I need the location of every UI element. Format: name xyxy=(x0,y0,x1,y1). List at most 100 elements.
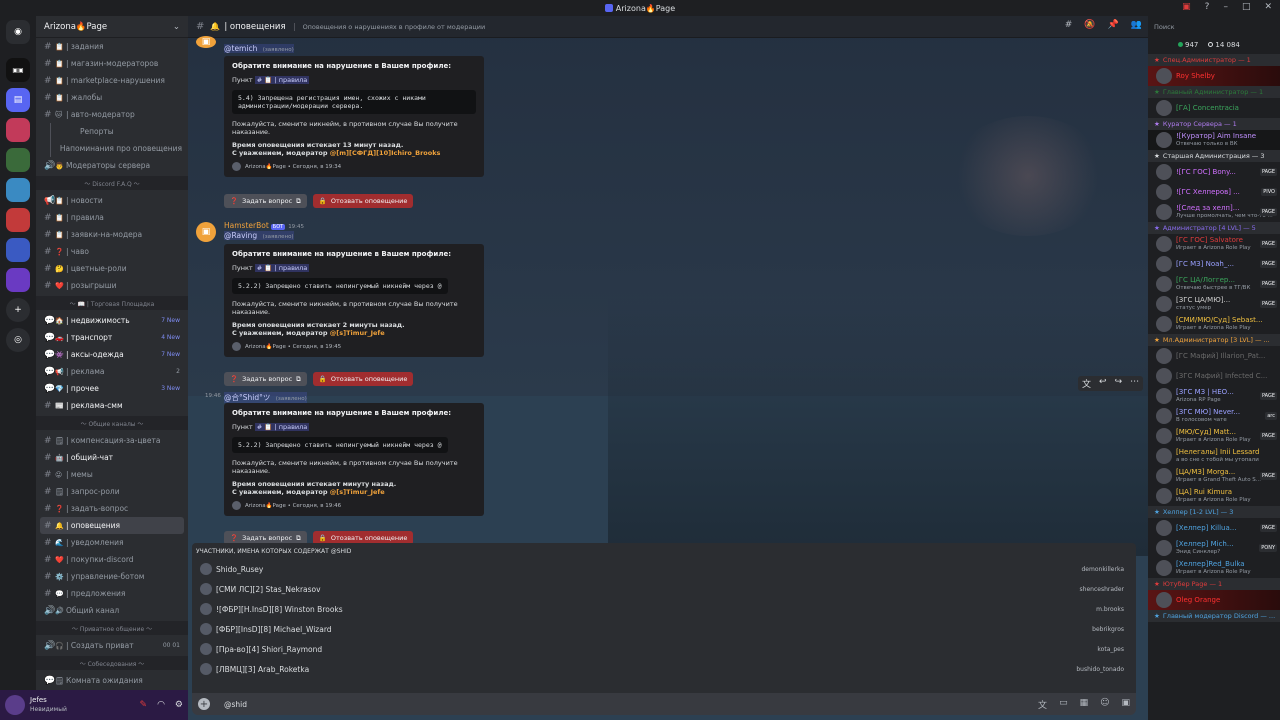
translate-icon[interactable]: 文 xyxy=(1038,698,1047,711)
member-item[interactable]: ![След за хелп]... Лучше промолчать, чем … xyxy=(1148,202,1280,222)
message-composer[interactable]: + @shid 文 ▭ ▦ ☺ ▣ xyxy=(192,693,1136,715)
channel-link[interactable]: # 📋 | правила xyxy=(254,264,310,272)
channel-item[interactable]: 🔊 🔊 Общий канал xyxy=(36,602,188,619)
author-name[interactable]: HamsterBot xyxy=(224,221,269,230)
direct-messages-icon[interactable]: ▤ xyxy=(6,88,30,112)
revoke-notice-button[interactable]: 🔒 Отозвать оповещение xyxy=(312,194,414,208)
moderator-mention[interactable]: @[s]Timur_Jefe xyxy=(330,488,385,496)
member-item[interactable]: [Нелегалы] Inii Lessard а во сне с тобой … xyxy=(1148,446,1280,466)
channel-item[interactable]: # 📋 | заявки-на-модера xyxy=(36,226,188,243)
maximize-button[interactable]: □ xyxy=(1242,2,1251,12)
channel-topic[interactable]: Оповещения о нарушениях в профиле от мод… xyxy=(293,22,485,31)
threads-icon[interactable]: # xyxy=(1065,20,1073,30)
revoke-notice-button[interactable]: 🔒 Отозвать оповещение xyxy=(312,372,414,386)
member-item[interactable]: ![ГС ГОС] Bony... PAGE xyxy=(1148,162,1280,182)
ask-question-button[interactable]: ❓ Задать вопрос ⧉ xyxy=(224,194,307,208)
channel-item[interactable]: # 😜 | мемы xyxy=(36,466,188,483)
user-mention[interactable]: @Raving (заявлено) xyxy=(224,231,294,240)
server-icon[interactable] xyxy=(6,118,30,142)
channel-item[interactable]: 💬 🚗 | транспорт 4 New xyxy=(36,329,188,346)
user-mention[interactable]: @合°Shid°ツ (заявлено) xyxy=(224,392,307,403)
moderator-mention[interactable]: @[s]Timur_Jefe xyxy=(330,329,385,337)
member-item[interactable]: [ЗГС Мафий] Infected C... xyxy=(1148,366,1280,386)
server-header[interactable]: Arizona🔥Page ⌄ xyxy=(36,16,188,38)
member-item[interactable]: [ЗГС МЗ | НЕО... Arizona RP Page PAGE xyxy=(1148,386,1280,406)
close-button[interactable]: ✕ xyxy=(1264,2,1272,12)
channel-item[interactable]: # 🗒 | компенсация-за-цвета xyxy=(36,432,188,449)
channel-item[interactable]: 🔊 👨 Модераторы сервера xyxy=(36,157,188,174)
channel-item[interactable]: 📢 📋 | новости xyxy=(36,192,188,209)
member-item[interactable]: [ГА] Concentracia xyxy=(1148,98,1280,118)
category-header[interactable]: 〜 Собеседования 〜 xyxy=(36,656,188,670)
translate-icon[interactable]: 文 xyxy=(1082,377,1091,390)
channel-item[interactable]: 💬 🗒 Комната ожидания xyxy=(36,672,188,689)
channel-item[interactable]: # 💬 | предложения xyxy=(36,585,188,602)
channel-item[interactable]: # 🗒 | запрос-роли xyxy=(36,483,188,500)
channel-item[interactable]: # 🔔 | оповещения xyxy=(40,517,184,534)
explore-icon[interactable]: ◎ xyxy=(6,328,30,352)
channel-item[interactable]: # 🌊 | уведомления xyxy=(36,534,188,551)
search-input[interactable]: Поиск xyxy=(1150,20,1278,34)
channel-link[interactable]: # 📋 | правила xyxy=(254,76,310,84)
category-header[interactable]: 〜 Discord F.A.Q 〜 xyxy=(36,176,188,190)
channel-item[interactable]: 💬 💎 | прочее 3 New xyxy=(36,380,188,397)
category-header[interactable]: 〜 Общие каналы 〜 xyxy=(36,416,188,430)
server-icon[interactable] xyxy=(6,268,30,292)
avatar[interactable] xyxy=(5,695,25,715)
mute-icon[interactable]: ✎ xyxy=(140,700,148,710)
moderator-mention[interactable]: @[m][СФГД][10]Ichiro_Brooks xyxy=(330,149,441,157)
autocomplete-row[interactable]: ![ФБР][Н.InsD][8] Winston Brooks m.brooks xyxy=(192,599,1136,619)
member-item[interactable]: ![ГС Хелперов] ... PIVO xyxy=(1148,182,1280,202)
channel-item[interactable]: Напоминания про оповещения xyxy=(36,140,188,157)
add-server-icon[interactable]: + xyxy=(6,298,30,322)
inbox-alert-icon[interactable]: ▣ xyxy=(1182,2,1191,12)
notification-settings-icon[interactable]: 🔕 xyxy=(1084,20,1095,30)
channel-item[interactable]: # ❓ | задать-вопрос xyxy=(36,500,188,517)
channel-item[interactable]: Репорты xyxy=(36,123,188,140)
member-item[interactable]: [ГС Мафий] Illarion_Pat... xyxy=(1148,346,1280,366)
server-icon[interactable] xyxy=(6,178,30,202)
member-item[interactable]: [Хелпер]Red_Bulka Играет в Arizona Role P… xyxy=(1148,558,1280,578)
channel-item[interactable]: # 🤔 | цветные-роли xyxy=(36,260,188,277)
autocomplete-row[interactable]: [ФБР][InsD][8] Michael_Wizard bebrikgros xyxy=(192,619,1136,639)
sticker-icon[interactable]: ▦ xyxy=(1080,698,1089,711)
category-header[interactable]: 〜 Приватное общение 〜 xyxy=(36,621,188,635)
member-item[interactable]: Roy Shelby xyxy=(1148,66,1280,86)
channel-item[interactable]: # 📋 | marketplace-нарушения xyxy=(36,72,188,89)
mention-text[interactable]: @Raving xyxy=(224,231,257,240)
channel-item[interactable]: # 🤖 | общий-чат xyxy=(36,449,188,466)
pin-icon[interactable]: 📌 xyxy=(1108,20,1119,30)
autocomplete-row[interactable]: [ЛВМЦ][3] Arab_Roketka bushido_tonado xyxy=(192,659,1136,679)
channel-item[interactable]: # 📋 | задания xyxy=(36,38,188,55)
channel-item[interactable]: 💬 📢 | реклама 2 xyxy=(36,363,188,380)
member-item[interactable]: Oleg Orange xyxy=(1148,590,1280,610)
minimize-button[interactable]: – xyxy=(1223,2,1228,12)
more-icon[interactable]: ⋯ xyxy=(1130,377,1139,390)
bot-avatar[interactable]: ▣ xyxy=(196,222,216,242)
member-item[interactable]: [ГС МЗ] Noah_... PAGE xyxy=(1148,254,1280,274)
add-attachment-icon[interactable]: + xyxy=(198,698,210,710)
member-item[interactable]: [ГС ГОС] Salvatore Играет в Arizona Role … xyxy=(1148,234,1280,254)
discord-home-icon[interactable]: ◉ xyxy=(6,20,30,44)
gear-icon[interactable]: ⚙ xyxy=(175,700,183,710)
channel-item[interactable]: 🔊 🎧 | Создать приват 00 01 xyxy=(36,637,188,654)
gif-icon[interactable]: ▭ xyxy=(1059,698,1068,711)
channel-item[interactable]: # 📋 | правила xyxy=(36,209,188,226)
message-author[interactable]: HamsterBot БОТ 19:45 xyxy=(224,221,304,230)
headphones-icon[interactable]: ◠ xyxy=(157,700,165,710)
composer-text[interactable]: @shid xyxy=(224,700,247,709)
apps-icon[interactable]: ▣ xyxy=(1121,698,1130,711)
autocomplete-row[interactable]: [Пра-во][4] Shiori_Raymond kota_pes xyxy=(192,639,1136,659)
bot-avatar[interactable]: ▣ xyxy=(196,36,216,48)
reply-icon[interactable]: ↩ xyxy=(1099,377,1107,390)
channel-item[interactable]: # 📋 | жалобы xyxy=(36,89,188,106)
member-item[interactable]: [ЦА/МЗ] Morga... Играет в Grand Theft Aut… xyxy=(1148,466,1280,486)
channel-item[interactable]: # ⚙️ | управление-ботом xyxy=(36,568,188,585)
autocomplete-row[interactable]: Shido_Rusey demonkillerka xyxy=(192,559,1136,579)
channel-item[interactable]: # ❓ | чаво xyxy=(36,243,188,260)
server-icon[interactable] xyxy=(6,148,30,172)
channel-item[interactable]: # 📰 | реклама-смм xyxy=(36,397,188,414)
member-item[interactable]: ![Куратор] Aim Insane Отвечаю только в ВК xyxy=(1148,130,1280,150)
channel-link[interactable]: # 📋 | правила xyxy=(254,423,310,431)
server-icon[interactable] xyxy=(6,208,30,232)
